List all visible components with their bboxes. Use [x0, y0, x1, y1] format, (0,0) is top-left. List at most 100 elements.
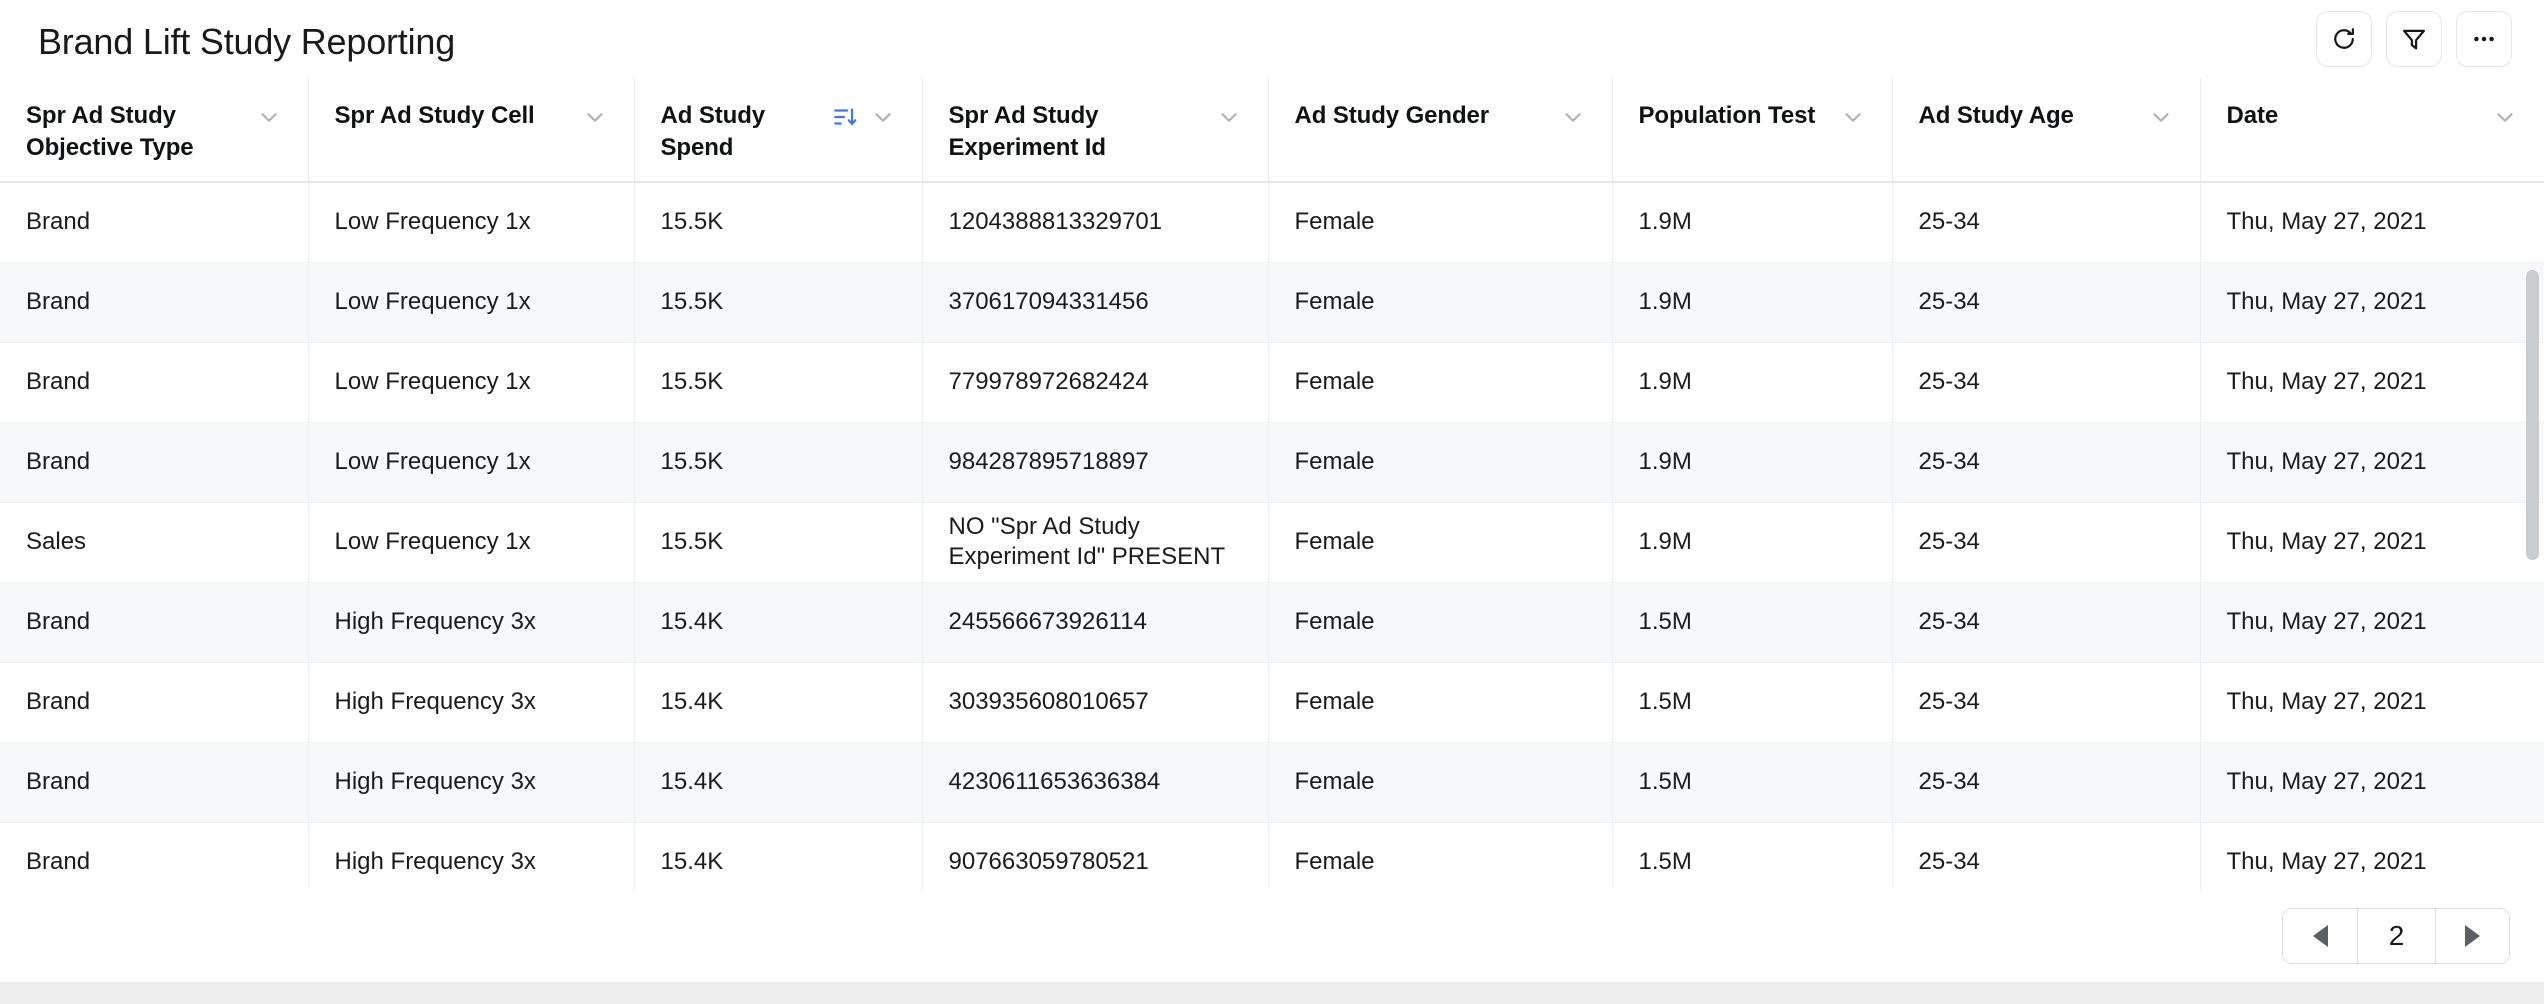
- table-row[interactable]: Brand High Frequency 3x 15.4K 2455666739261…: [0, 582, 2544, 662]
- table-cell: 1.5M: [1612, 582, 1893, 662]
- table-cell: Female: [1268, 182, 1613, 262]
- table-cell: Thu, May 27, 2021: [2226, 848, 2427, 875]
- column-header-icons: [832, 100, 896, 130]
- table-cell: 15.5K: [634, 262, 923, 342]
- column-header-0[interactable]: Spr Ad Study Objective Type: [0, 78, 309, 183]
- column-header-label: Spr Ad Study Cell: [334, 102, 535, 129]
- table-cell: Female: [1268, 662, 1613, 742]
- column-header-2[interactable]: Ad Study Spend: [634, 78, 923, 183]
- table-cell: Brand: [0, 822, 309, 890]
- table-cell: Sales: [0, 502, 309, 582]
- header-actions: [2316, 11, 2512, 67]
- table-cell: Low Frequency 1x: [308, 262, 635, 342]
- table-cell: 25-34: [1892, 582, 2201, 662]
- chevron-down-icon[interactable]: [256, 104, 282, 130]
- chevron-down-icon[interactable]: [582, 104, 608, 130]
- table-row[interactable]: Brand Low Frequency 1x 15.5K 77997897268242…: [0, 342, 2544, 422]
- table-header-row: Spr Ad Study Objective Type Spr Ad Study …: [0, 78, 2544, 183]
- more-options-button[interactable]: [2456, 11, 2512, 67]
- sort-descending-icon[interactable]: [832, 104, 858, 130]
- triangle-left-icon: [2312, 925, 2328, 947]
- pagination-previous-button[interactable]: [2283, 909, 2357, 963]
- table-cell: NO "Spr Ad Study Experiment Id" PRESENT: [922, 502, 1269, 582]
- table-cell: 907663059780521: [922, 822, 1269, 890]
- table-cell: 779978972682424: [922, 342, 1269, 422]
- table-cell: 15.5K: [634, 342, 923, 422]
- table-cell: Brand: [0, 582, 309, 662]
- table-cell: Low Frequency 1x: [308, 502, 635, 582]
- table-cell: 15.5K: [634, 182, 923, 262]
- refresh-button[interactable]: [2316, 11, 2372, 67]
- data-table-container[interactable]: Spr Ad Study Objective Type Spr Ad Study …: [0, 78, 2544, 890]
- column-header-1[interactable]: Spr Ad Study Cell: [308, 78, 635, 183]
- table-row[interactable]: Sales Low Frequency 1x 15.5K NO "Spr Ad Stu…: [0, 502, 2544, 582]
- brand-lift-reporting-page: Brand Lift Study Reporting Spr Ad Study …: [0, 0, 2544, 1004]
- table-cell: Brand: [0, 262, 309, 342]
- filter-icon: [2400, 25, 2428, 53]
- table-cell: 1.5M: [1612, 822, 1893, 890]
- window-bottom-strip: [0, 982, 2544, 1004]
- table-cell: 1.9M: [1612, 182, 1893, 262]
- table-cell: 303935608010657: [922, 662, 1269, 742]
- table-cell: 25-34: [1892, 342, 2201, 422]
- table-cell: Thu, May 27, 2021: [2226, 208, 2427, 236]
- table-cell: 1.9M: [1612, 502, 1893, 582]
- vertical-scrollbar-thumb[interactable]: [2526, 270, 2539, 560]
- column-header-label: Spr Ad Study Objective Type: [26, 102, 194, 162]
- table-cell: 1204388813329701: [922, 182, 1269, 262]
- chevron-down-icon[interactable]: [2148, 104, 2174, 130]
- table-cell: 15.4K: [634, 662, 923, 742]
- chevron-down-icon[interactable]: [2492, 104, 2518, 130]
- table-cell: 15.5K: [634, 502, 923, 582]
- table-row[interactable]: Brand High Frequency 3x 15.4K 3039356080106…: [0, 662, 2544, 742]
- table-cell: 15.4K: [634, 822, 923, 890]
- column-header-6[interactable]: Ad Study Age: [1892, 78, 2201, 183]
- column-header-5[interactable]: Population Test: [1612, 78, 1893, 183]
- table-row[interactable]: Brand Low Frequency 1x 15.5K 12043888133297…: [0, 182, 2544, 262]
- filter-button[interactable]: [2386, 11, 2442, 67]
- table-cell: Low Frequency 1x: [308, 422, 635, 502]
- table-row[interactable]: Brand High Frequency 3x 15.4K 4230611653636…: [0, 742, 2544, 822]
- table-cell: 25-34: [1892, 662, 2201, 742]
- column-header-4[interactable]: Ad Study Gender: [1268, 78, 1613, 183]
- table-cell: Female: [1268, 822, 1613, 890]
- table-cell: Female: [1268, 422, 1613, 502]
- chevron-down-icon[interactable]: [1216, 104, 1242, 130]
- column-header-icons: [582, 100, 608, 130]
- table-row[interactable]: Brand Low Frequency 1x 15.5K 98428789571889…: [0, 422, 2544, 502]
- table-row[interactable]: Brand Low Frequency 1x 15.5K 37061709433145…: [0, 262, 2544, 342]
- column-header-7[interactable]: Date: [2200, 78, 2544, 183]
- table-cell: Low Frequency 1x: [308, 342, 635, 422]
- table-cell: 1.5M: [1612, 662, 1893, 742]
- column-header-3[interactable]: Spr Ad Study Experiment Id: [922, 78, 1269, 183]
- table-cell: 15.5K: [634, 422, 923, 502]
- pagination-current-page[interactable]: 2: [2357, 909, 2435, 963]
- pagination: 2: [2282, 908, 2510, 964]
- table-cell: 15.4K: [634, 742, 923, 822]
- chevron-down-icon[interactable]: [870, 104, 896, 130]
- table-cell: Thu, May 27, 2021: [2226, 688, 2427, 715]
- chevron-down-icon[interactable]: [1560, 104, 1586, 130]
- table-cell: High Frequency 3x: [308, 582, 635, 662]
- chevron-down-icon[interactable]: [1840, 104, 1866, 130]
- table-cell: 1.9M: [1612, 422, 1893, 502]
- table-cell: 15.4K: [634, 582, 923, 662]
- table-cell: Thu, May 27, 2021: [2200, 582, 2544, 662]
- table-row[interactable]: Brand High Frequency 3x 15.4K 9076630597805…: [0, 822, 2544, 890]
- ellipsis-icon: [2470, 25, 2498, 53]
- table-cell: Brand: [0, 742, 309, 822]
- column-header-label: Date: [2226, 102, 2279, 129]
- table-cell: Female: [1268, 742, 1613, 822]
- pagination-next-button[interactable]: [2435, 909, 2509, 963]
- table-cell: 25-34: [1892, 502, 2201, 582]
- table-cell: Brand: [0, 422, 309, 502]
- table-cell: Female: [1268, 582, 1613, 662]
- column-header-label: Population Test: [1638, 102, 1816, 129]
- column-header-label: Spr Ad Study Experiment Id: [948, 102, 1107, 162]
- table-cell: 4230611653636384: [922, 742, 1269, 822]
- triangle-right-icon: [2465, 925, 2480, 947]
- table-cell: Thu, May 27, 2021: [2226, 368, 2427, 395]
- table-cell: 1.9M: [1612, 342, 1893, 422]
- column-header-icons: [1560, 100, 1586, 130]
- table-cell: Brand: [0, 342, 309, 422]
